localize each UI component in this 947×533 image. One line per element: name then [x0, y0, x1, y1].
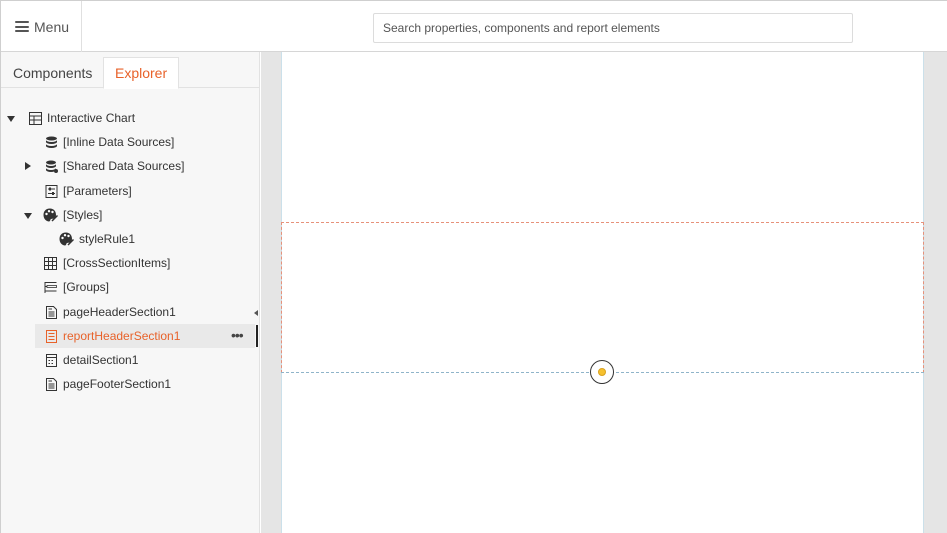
more-options-icon[interactable]: ••• [231, 328, 244, 342]
search-input[interactable] [373, 13, 853, 43]
explorer-tree: Interactive Chart [Inline Data Sources] [1, 106, 260, 396]
selection-indicator [256, 325, 258, 347]
tree-node-label: [CrossSectionItems] [63, 256, 171, 271]
tree-node-report-header[interactable]: reportHeaderSection1 ••• [35, 323, 255, 348]
section-resize-handle[interactable] [590, 360, 614, 384]
expand-arrow-icon[interactable] [6, 114, 16, 124]
parameters-icon [45, 184, 58, 198]
tree-node-groups[interactable]: [Groups] [1, 275, 260, 299]
tree-node-label: pageFooterSection1 [63, 377, 172, 392]
tree-node-parameters[interactable]: [Parameters] [1, 179, 260, 203]
tree-node-label: Interactive Chart [47, 111, 136, 126]
database-icon [46, 136, 57, 149]
left-panel: Components Explorer Interactive Chart [I… [1, 52, 260, 533]
tree-node-shared-data-sources[interactable]: [Shared Data Sources] [1, 154, 260, 178]
tree-node-label: [Shared Data Sources] [63, 159, 185, 174]
design-canvas[interactable] [261, 52, 947, 533]
expand-arrow-icon[interactable] [23, 211, 33, 221]
tree-node-detail[interactable]: detailSection1 [1, 348, 260, 372]
tree-node-style-rule[interactable]: styleRule1 [1, 227, 260, 251]
collapse-panel-icon[interactable] [254, 310, 258, 316]
tree-node-page-footer[interactable]: pageFooterSection1 [1, 372, 260, 396]
menu-label: Menu [34, 18, 70, 35]
tree-node-label: [Inline Data Sources] [63, 135, 175, 150]
top-bar: Menu [1, 1, 947, 52]
tab-explorer[interactable]: Explorer [103, 57, 180, 89]
expand-arrow-icon[interactable] [23, 161, 33, 171]
tree-node-label: detailSection1 [63, 352, 139, 367]
document-icon [46, 305, 57, 319]
database-shared-icon [46, 160, 58, 174]
grid-icon [44, 257, 57, 271]
menu-button[interactable]: Menu [1, 1, 82, 52]
tree-node-label: [Parameters] [63, 183, 132, 198]
tree-node-label: [Groups] [63, 280, 110, 295]
panel-tabs: Components Explorer [1, 52, 259, 89]
tree-node-root[interactable]: Interactive Chart [1, 106, 260, 130]
tree-node-cross-section-items[interactable]: [CrossSectionItems] [1, 251, 260, 275]
detail-section-icon [46, 353, 57, 367]
document-icon [46, 329, 57, 343]
tree-node-label: styleRule1 [79, 232, 136, 247]
tab-components[interactable]: Components [2, 57, 103, 88]
tree-node-label: pageHeaderSection1 [63, 304, 176, 319]
hamburger-icon [15, 21, 29, 32]
tree-node-label: [Styles] [63, 207, 103, 222]
document-icon [46, 378, 57, 392]
report-header-section[interactable] [281, 222, 924, 373]
groups-icon [44, 282, 57, 294]
tree-node-inline-data-sources[interactable]: [Inline Data Sources] [1, 130, 260, 154]
tree-node-label: reportHeaderSection1 [63, 328, 181, 343]
report-table-icon [29, 112, 42, 125]
tree-node-page-header[interactable]: pageHeaderSection1 [1, 300, 260, 324]
report-designer: Menu Components Explorer Interactive Cha… [0, 0, 947, 533]
palette-icon [59, 232, 74, 246]
palette-icon [43, 208, 58, 222]
tree-node-styles[interactable]: [Styles] [1, 203, 260, 227]
